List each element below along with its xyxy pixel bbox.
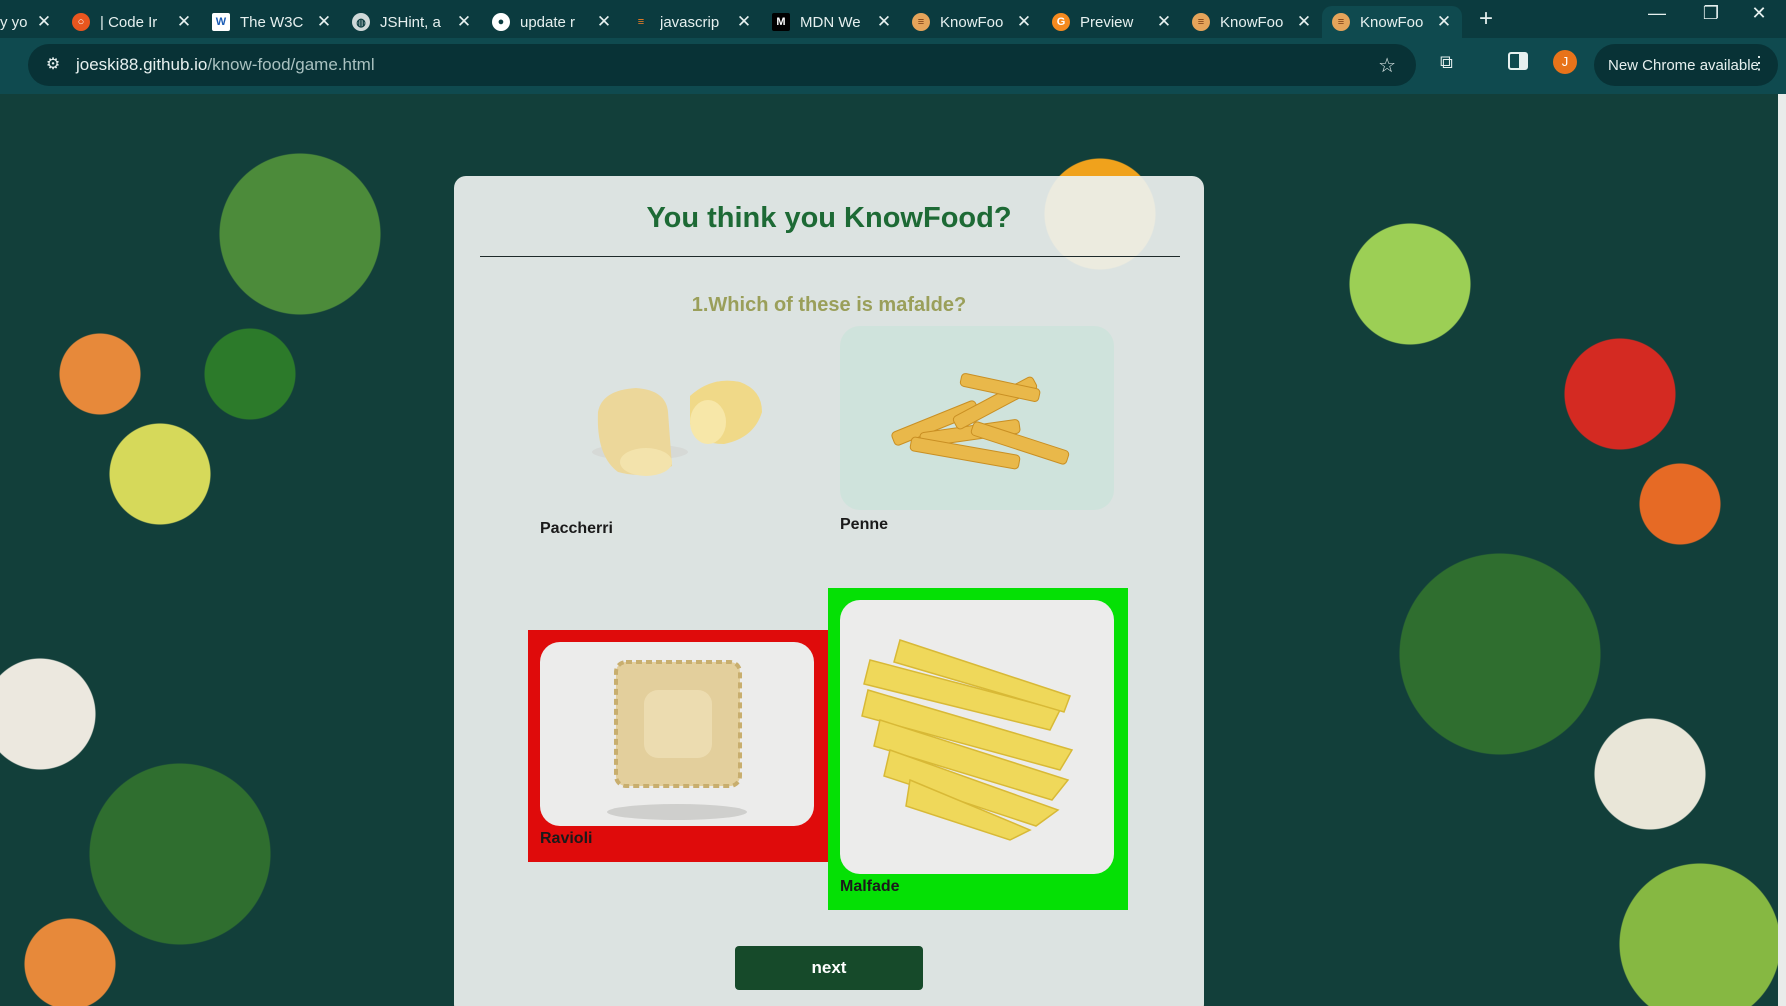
option-label: Paccherri [540,520,613,537]
w3c-icon: W [212,13,230,31]
tab-10-active[interactable]: ≡ KnowFoo ✕ [1322,6,1462,38]
close-icon[interactable]: ✕ [1296,12,1312,32]
close-icon[interactable]: ✕ [1436,12,1452,32]
option-label: Penne [840,516,889,533]
option-label: Malfade [840,878,900,895]
bookmark-star-icon[interactable]: ☆ [1378,53,1396,78]
restore-icon[interactable]: ❐ [1684,0,1738,32]
extensions-icon[interactable]: ⧉ [1440,52,1462,74]
address-bar[interactable]: ⚙ joeski88.github.io/know-food/game.html… [28,44,1416,86]
menu-dots-icon[interactable]: ⋮ [1750,53,1768,74]
paccherri-image [540,326,816,506]
close-window-icon[interactable]: ✕ [1732,0,1786,32]
burger-icon: ≡ [1332,13,1350,31]
new-tab-button[interactable]: + [1468,5,1504,33]
option-penne[interactable]: Penne [840,326,1120,576]
close-icon[interactable]: ✕ [316,12,332,32]
tab-8[interactable]: G Preview ✕ [1042,6,1182,38]
gitpod-icon: G [1052,13,1070,31]
tab-2[interactable]: W The W3C ✕ [202,6,342,38]
close-icon[interactable]: ✕ [736,12,752,32]
divider [480,256,1180,257]
option-ravioli-wrong[interactable]: Ravioli [528,630,830,862]
globe-icon: ◍ [352,13,370,31]
close-icon[interactable]: ✕ [1156,12,1172,32]
tab-0[interactable]: y yo ✕ [0,6,62,38]
burger-icon: ≡ [1192,13,1210,31]
stackoverflow-icon: ≡ [637,16,645,28]
close-icon[interactable]: ✕ [1016,12,1032,32]
tab-label: KnowFoo [1220,13,1284,31]
mdn-icon: M [772,13,790,31]
quiz-panel: You think you KnowFood? 1.Which of these… [454,176,1204,1006]
tab-7[interactable]: ≡ KnowFoo ✕ [902,6,1042,38]
option-label: Ravioli [540,830,593,847]
option-malfade-correct[interactable]: Malfade [828,588,1128,910]
site-settings-icon[interactable]: ⚙ [42,54,64,76]
update-label: New Chrome available [1608,56,1759,74]
url-text[interactable]: joeski88.github.io/know-food/game.html [76,55,375,75]
question-text: 1.Which of these is mafalde? [691,294,967,316]
tab-strip: y yo ✕ ○ | Code Ir ✕ W The W3C ✕ ◍ JSHin… [0,0,1786,38]
tab-label: y yo [0,13,28,31]
close-icon[interactable]: ✕ [176,12,192,32]
tab-label: KnowFoo [1360,13,1424,31]
burger-icon: ≡ [912,13,930,31]
tab-label: JSHint, a [380,13,441,31]
tab-3[interactable]: ◍ JSHint, a ✕ [342,6,482,38]
chrome-update-button[interactable]: New Chrome available ⋮ [1594,44,1778,86]
tab-label: update r [520,13,576,31]
tab-label: The W3C [240,13,304,31]
url-path: /know-food/game.html [207,55,375,74]
browser-toolbar: ⚙ joeski88.github.io/know-food/game.html… [0,38,1786,94]
penne-image [840,326,1114,510]
ravioli-image [540,642,814,826]
malfade-image [840,600,1114,874]
tab-label: javascrip [660,13,720,31]
close-icon[interactable]: ✕ [36,12,52,32]
minimize-icon[interactable]: — [1630,0,1684,32]
tab-1[interactable]: ○ | Code Ir ✕ [62,6,202,38]
url-host: joeski88.github.io [76,55,208,74]
tab-5[interactable]: ≡ javascrip ✕ [622,6,762,38]
codeinstitute-icon: ○ [72,13,90,31]
tab-label: KnowFoo [940,13,1004,31]
close-icon[interactable]: ✕ [596,12,612,32]
close-icon[interactable]: ✕ [456,12,472,32]
tab-label: | Code Ir [100,13,158,31]
page-scrollbar[interactable] [1778,94,1786,1006]
tab-9[interactable]: ≡ KnowFoo ✕ [1182,6,1322,38]
page-viewport: You think you KnowFood? 1.Which of these… [0,94,1786,1006]
close-icon[interactable]: ✕ [876,12,892,32]
tab-label: MDN We [800,13,861,31]
side-panel-icon[interactable] [1508,52,1528,70]
github-icon: ● [492,13,510,31]
profile-avatar[interactable]: J [1553,50,1577,74]
tab-6[interactable]: M MDN We ✕ [762,6,902,38]
next-button[interactable]: next [735,946,923,990]
game-title: You think you KnowFood? [646,202,1012,234]
option-paccherri[interactable]: Paccherri [540,326,820,576]
tab-label: Preview [1080,13,1134,31]
tab-4[interactable]: ● update r ✕ [482,6,622,38]
